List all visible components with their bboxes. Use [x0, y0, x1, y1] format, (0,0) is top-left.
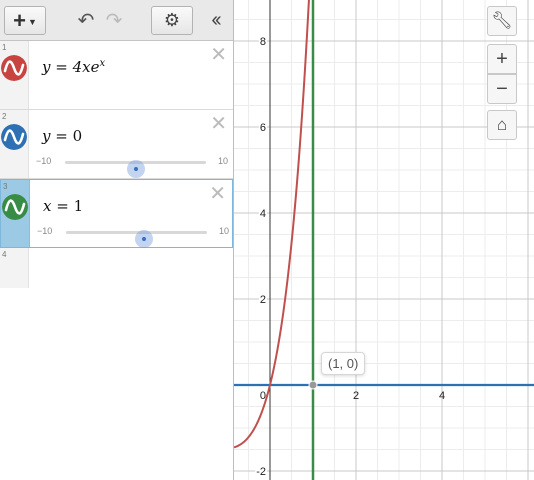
plus-icon: +	[13, 7, 26, 33]
graph-style-icon[interactable]	[2, 194, 28, 220]
expression-item-3[interactable]: 3 x = 1 ✕ −10 10	[0, 179, 233, 248]
default-viewport-button[interactable]: ⌂	[487, 110, 517, 140]
gear-icon: ⚙	[163, 10, 181, 30]
delete-expression-button[interactable]: ✕	[210, 114, 227, 134]
undo-button[interactable]: ↶	[74, 6, 98, 35]
expression-item-1[interactable]: 1 y = 4xex ✕	[0, 41, 233, 110]
x-tick-label: 2	[353, 390, 359, 402]
y-tick-label: 6	[260, 122, 266, 134]
slider-thumb[interactable]	[126, 160, 145, 178]
undo-icon: ↶	[77, 10, 95, 32]
parameter-slider[interactable]: −10 10	[36, 154, 228, 178]
slider-min[interactable]: −10	[37, 226, 52, 236]
redo-icon: ↷	[105, 10, 123, 32]
intersection-point	[308, 380, 318, 390]
settings-button[interactable]: ⚙	[151, 6, 193, 35]
y-tick-label: 4	[260, 208, 266, 220]
expression-toolbar: + ▼ ↶ ↷ ⚙ ‹‹	[0, 0, 233, 41]
parameter-slider[interactable]: −10 10	[37, 224, 229, 248]
wrench-icon: 🔧︎	[491, 11, 513, 30]
slider-max[interactable]: 10	[218, 156, 228, 166]
slider-thumb[interactable]	[134, 230, 153, 248]
graph-style-icon[interactable]	[1, 124, 27, 150]
y-tick-label: -2	[256, 466, 266, 478]
delete-expression-button[interactable]: ✕	[209, 184, 226, 204]
plus-icon: +	[496, 47, 508, 70]
y-tick-label: 8	[260, 36, 266, 48]
expression-index: 4	[2, 250, 7, 259]
zoom-in-button[interactable]: +	[487, 44, 517, 74]
expression-gutter: 4	[0, 248, 29, 288]
x-tick-label: 4	[439, 390, 445, 402]
double-chevron-left-icon: ‹‹	[211, 9, 221, 31]
graph-settings-button[interactable]: 🔧︎	[487, 6, 517, 36]
expression-gutter: 1	[0, 41, 29, 109]
minus-icon: −	[496, 77, 508, 100]
redo-button[interactable]: ↷	[102, 6, 126, 35]
point-coordinate-label[interactable]: (1, 0)	[321, 352, 366, 375]
graph-style-icon[interactable]	[1, 55, 27, 81]
zoom-out-button[interactable]: −	[487, 74, 517, 104]
slider-min[interactable]: −10	[36, 156, 51, 166]
delete-expression-button[interactable]: ✕	[210, 45, 227, 65]
expression-item-2[interactable]: 2 y = 0 ✕ −10 10	[0, 110, 233, 179]
slider-track[interactable]	[65, 160, 206, 178]
tick-labels: 2 4-224680	[255, 36, 445, 478]
expression-input-1[interactable]: y = 4xex	[42, 58, 105, 76]
expression-panel: + ▼ ↶ ↷ ⚙ ‹‹ 1 y = 4xex ✕ 2 y = 0 ✕ −10 …	[0, 0, 234, 480]
graph-paper[interactable]: 2 4 -2 2 4 6 8 0 (1, 0) 🔧︎ + − ⌂	[234, 0, 534, 480]
expression-input-3[interactable]: x = 1	[43, 197, 83, 215]
expression-gutter: 2	[0, 110, 29, 178]
expression-index: 2	[2, 112, 7, 121]
home-icon: ⌂	[496, 115, 508, 134]
expression-gutter: 3	[1, 180, 30, 247]
expression-index: 3	[3, 182, 8, 191]
y-tick-label: 2	[260, 294, 266, 306]
slider-max[interactable]: 10	[219, 226, 229, 236]
add-item-button[interactable]: + ▼	[4, 6, 46, 35]
curve-4xe-to-the-x	[234, 0, 310, 449]
expression-input-2[interactable]: y = 0	[42, 127, 82, 145]
collapse-panel-button[interactable]: ‹‹	[204, 6, 226, 35]
caret-down-icon: ▼	[27, 16, 37, 27]
slider-track[interactable]	[66, 230, 207, 248]
expression-index: 1	[2, 43, 7, 52]
expression-item-4[interactable]: 4	[0, 248, 233, 288]
